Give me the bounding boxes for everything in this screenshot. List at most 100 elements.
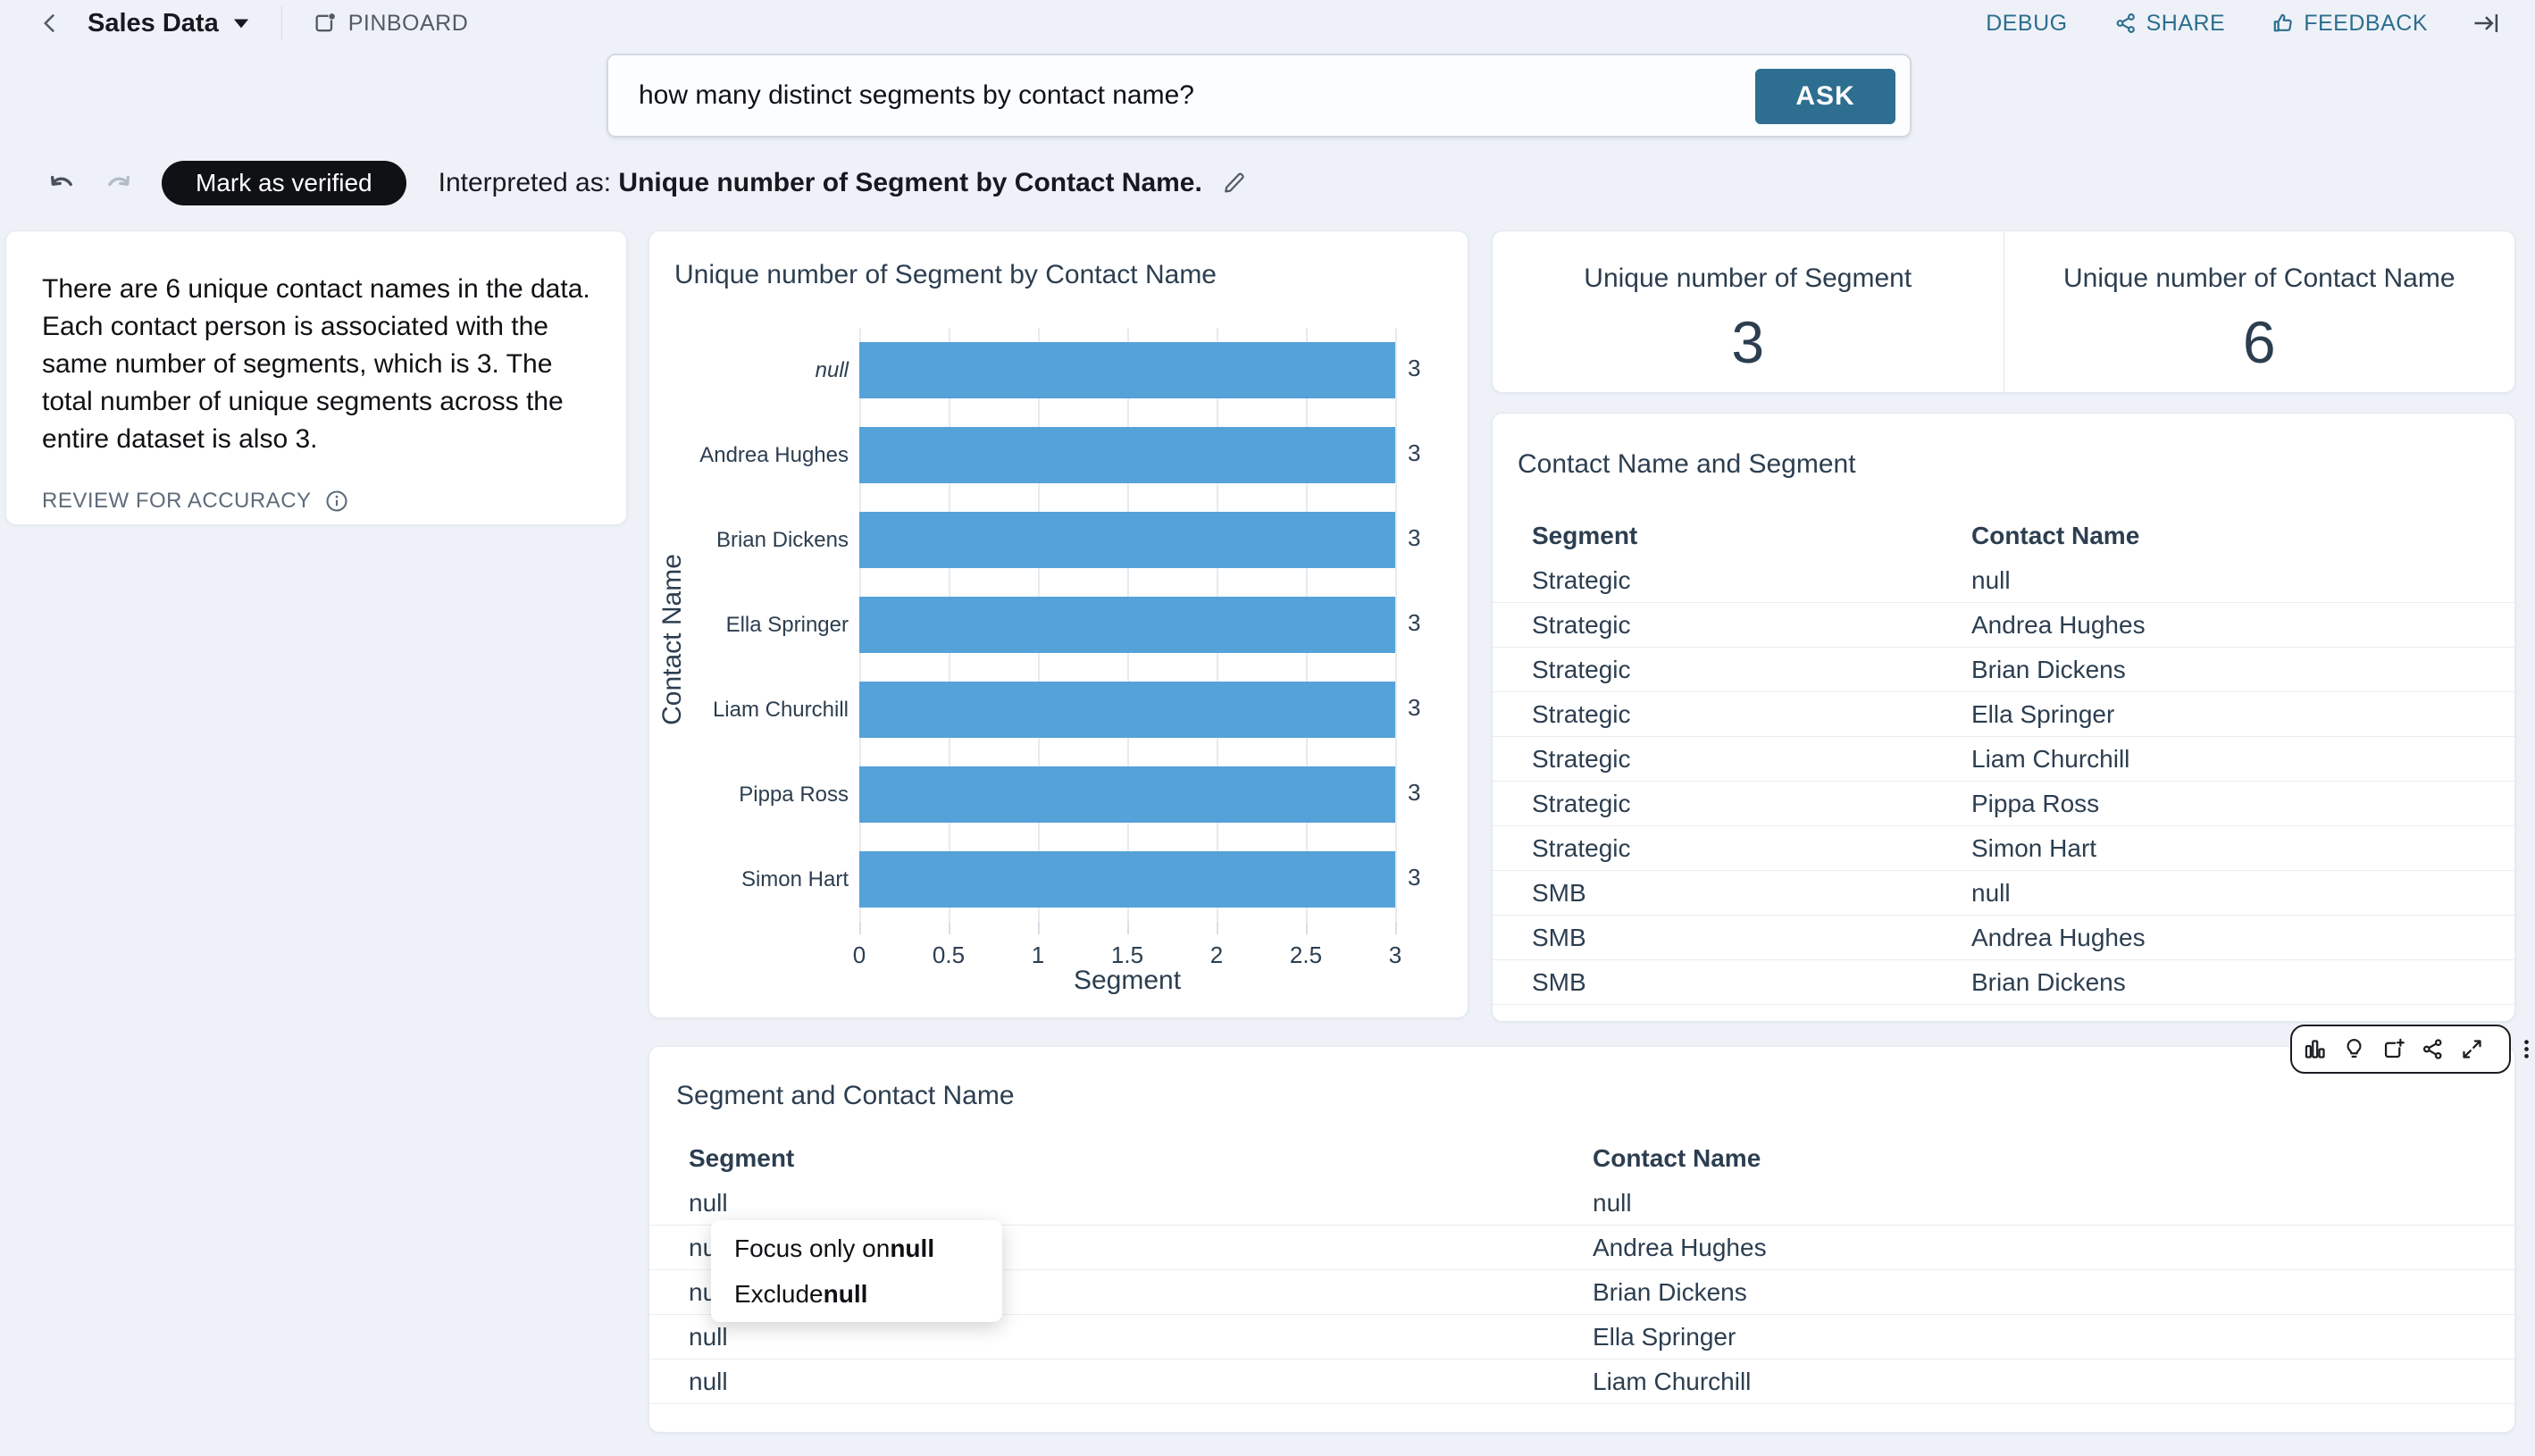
redo-icon[interactable] xyxy=(101,168,135,198)
chart-row: Liam Churchill3 xyxy=(859,667,1395,752)
chart-title: Unique number of Segment by Contact Name xyxy=(674,260,1217,290)
y-category-label[interactable]: Andrea Hughes xyxy=(661,443,849,468)
bar[interactable] xyxy=(859,597,1395,653)
table-cell[interactable]: Strategic xyxy=(1493,656,1971,684)
contact-segment-table-card: Contact Name and Segment SegmentContact … xyxy=(1492,413,2515,1022)
share-visual-icon[interactable] xyxy=(2421,1037,2445,1061)
y-category-label[interactable]: Ella Springer xyxy=(661,613,849,638)
table-cell[interactable]: Strategic xyxy=(1493,790,1971,818)
header-divider xyxy=(281,6,282,40)
table-cell[interactable]: Strategic xyxy=(1493,700,1971,729)
table-cell[interactable]: SMB xyxy=(1493,968,1971,997)
lightbulb-icon[interactable] xyxy=(2342,1037,2366,1061)
axis-tick xyxy=(1217,922,1218,934)
pinboard-icon xyxy=(313,11,338,36)
table-row: SMBBrian Dickens xyxy=(1493,960,2514,1005)
table-cell[interactable]: Ella Springer xyxy=(1971,700,2514,729)
y-category-label[interactable]: Simon Hart xyxy=(661,867,849,892)
table-cell[interactable]: Brian Dickens xyxy=(1593,1278,2514,1307)
back-icon[interactable] xyxy=(38,10,64,37)
table-cell[interactable]: Strategic xyxy=(1493,611,1971,640)
y-category-label[interactable]: null xyxy=(661,358,849,383)
table-cell[interactable]: SMB xyxy=(1493,879,1971,908)
table-cell[interactable]: null xyxy=(1971,566,2514,595)
interpreted-as-text: Interpreted as: Unique number of Segment… xyxy=(439,168,1202,198)
chart-plot-area: 00.511.522.53null3Andrea Hughes3Brian Di… xyxy=(859,328,1395,922)
table-cell[interactable]: null xyxy=(649,1189,1593,1218)
table-cell[interactable]: null xyxy=(1593,1189,2514,1218)
table-cell[interactable]: Liam Churchill xyxy=(1971,745,2514,774)
table-cell[interactable]: Strategic xyxy=(1493,566,1971,595)
table-cell[interactable]: null xyxy=(649,1323,1593,1351)
bar[interactable] xyxy=(859,427,1395,483)
bar-value-label: 3 xyxy=(1408,694,1420,722)
expand-icon[interactable] xyxy=(2460,1037,2484,1061)
axis-tick xyxy=(1127,922,1129,934)
table-cell[interactable]: null xyxy=(1971,879,2514,908)
table-row: SMBAndrea Hughes xyxy=(1493,916,2514,960)
table-cell[interactable]: SMB xyxy=(1493,924,1971,952)
table-cell[interactable]: Strategic xyxy=(1493,834,1971,863)
table-cell[interactable]: Andrea Hughes xyxy=(1971,924,2514,952)
menu-item-focus-only[interactable]: Focus only on null xyxy=(711,1226,1002,1271)
table-title: Segment and Contact Name xyxy=(676,1081,1015,1111)
table-row: nullnull xyxy=(649,1181,2514,1226)
mark-as-verified-button[interactable]: Mark as verified xyxy=(162,161,406,205)
pinboard-label: PINBOARD xyxy=(348,11,469,37)
table-cell[interactable]: Simon Hart xyxy=(1971,834,2514,863)
contact-segment-table: SegmentContact NameStrategicnullStrategi… xyxy=(1493,514,2514,1005)
table-cell[interactable]: Liam Churchill xyxy=(1593,1368,2514,1396)
undo-icon[interactable] xyxy=(46,168,79,198)
bar[interactable] xyxy=(859,766,1395,823)
axis-tick xyxy=(1395,922,1397,934)
collapse-panel-icon[interactable] xyxy=(2471,10,2501,37)
y-category-label[interactable]: Brian Dickens xyxy=(661,528,849,553)
column-header[interactable]: Contact Name xyxy=(1593,1144,2514,1173)
more-menu-icon[interactable] xyxy=(2514,1037,2535,1061)
edit-pencil-icon[interactable] xyxy=(1220,170,1247,197)
info-icon[interactable] xyxy=(324,489,349,514)
table-cell[interactable]: Pippa Ross xyxy=(1971,790,2514,818)
bar[interactable] xyxy=(859,851,1395,908)
column-header[interactable]: Segment xyxy=(1493,522,1971,550)
chart-row: Brian Dickens3 xyxy=(859,498,1395,582)
share-link[interactable]: SHARE xyxy=(2114,11,2226,37)
pinboard-button[interactable]: PINBOARD xyxy=(313,11,469,37)
kpi-unique-contact-name: Unique number of Contact Name 6 xyxy=(2004,231,2515,392)
column-header[interactable]: Segment xyxy=(649,1144,1593,1173)
table-row: StrategicElla Springer xyxy=(1493,692,2514,737)
column-header[interactable]: Contact Name xyxy=(1971,522,2514,550)
table-cell[interactable]: Andrea Hughes xyxy=(1971,611,2514,640)
debug-link[interactable]: DEBUG xyxy=(1986,11,2067,37)
chart-row: Simon Hart3 xyxy=(859,837,1395,922)
ask-button[interactable]: ASK xyxy=(1755,69,1895,124)
table-cell[interactable]: Brian Dickens xyxy=(1971,968,2514,997)
dataset-selector[interactable]: Sales Data xyxy=(88,9,251,38)
bar-value-label: 3 xyxy=(1408,439,1420,467)
bar-value-label: 3 xyxy=(1408,355,1420,382)
table-cell[interactable]: Ella Springer xyxy=(1593,1323,2514,1351)
debug-label: DEBUG xyxy=(1986,11,2067,37)
question-input[interactable]: how many distinct segments by contact na… xyxy=(608,80,1910,111)
bar[interactable] xyxy=(859,342,1395,398)
answer-summary-card: There are 6 unique contact names in the … xyxy=(5,230,627,525)
interpretation-row: Mark as verified Interpreted as: Unique … xyxy=(46,161,1247,205)
y-category-label[interactable]: Pippa Ross xyxy=(661,782,849,807)
kpi-value: 3 xyxy=(1493,308,2004,376)
gridline xyxy=(1395,328,1397,922)
table-header-row: SegmentContact Name xyxy=(649,1136,2514,1181)
menu-item-exclude[interactable]: Exclude null xyxy=(711,1271,1002,1317)
table-title: Contact Name and Segment xyxy=(1518,449,1856,480)
feedback-link[interactable]: FEEDBACK xyxy=(2271,11,2428,37)
bar[interactable] xyxy=(859,512,1395,568)
pin-to-board-icon[interactable] xyxy=(2381,1037,2405,1061)
table-cell[interactable]: Brian Dickens xyxy=(1971,656,2514,684)
y-category-label[interactable]: Liam Churchill xyxy=(661,698,849,723)
y-axis-title: Contact Name xyxy=(657,506,688,774)
table-cell[interactable]: null xyxy=(649,1368,1593,1396)
chart-type-icon[interactable] xyxy=(2303,1037,2327,1061)
table-cell[interactable]: Andrea Hughes xyxy=(1593,1234,2514,1262)
bar[interactable] xyxy=(859,682,1395,738)
table-cell[interactable]: Strategic xyxy=(1493,745,1971,774)
x-axis-title: Segment xyxy=(859,966,1395,996)
